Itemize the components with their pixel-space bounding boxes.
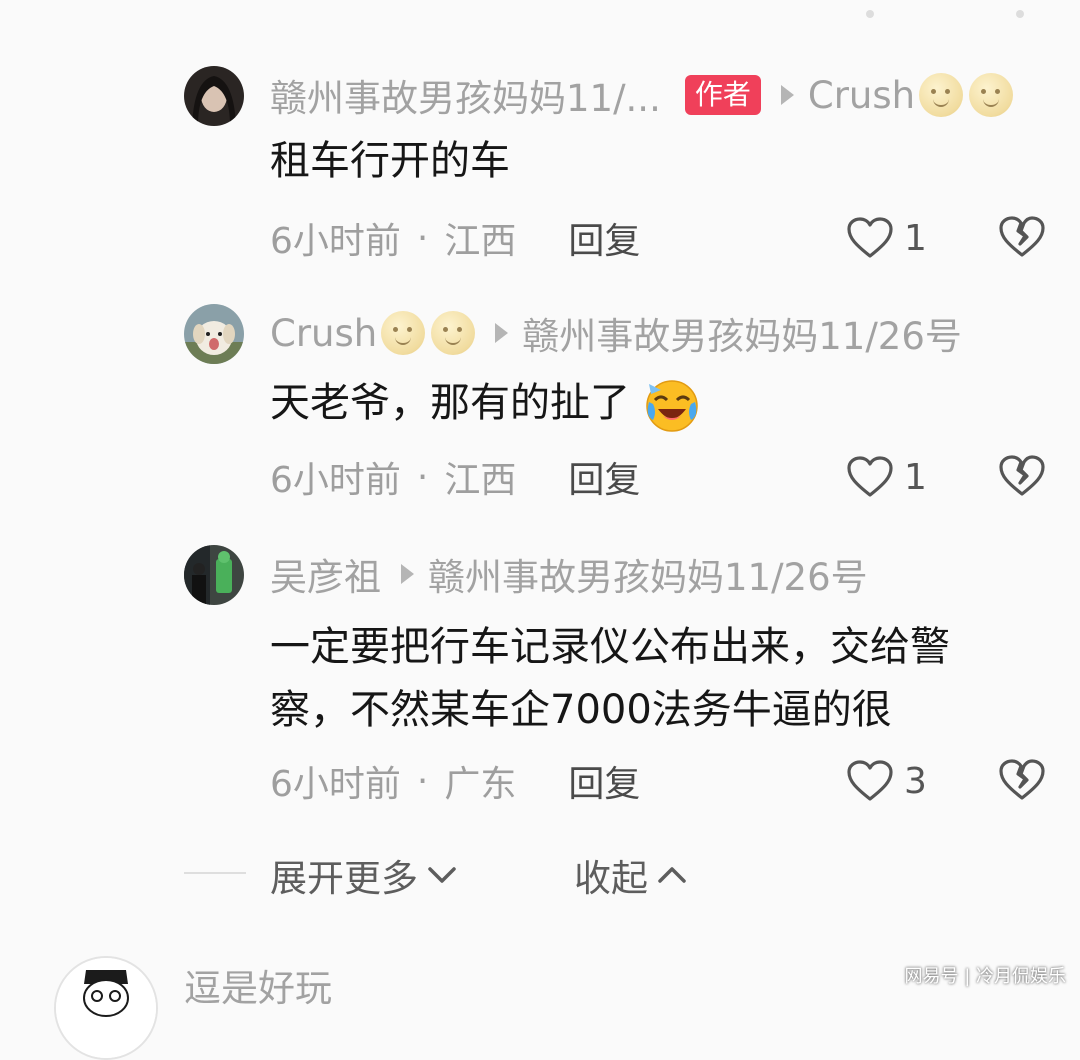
comment-text-body: 天老爷，那有的扯了: [270, 380, 630, 426]
smile-emoji-icon: [431, 311, 476, 355]
like-button[interactable]: 1: [846, 213, 927, 263]
reply-to-user[interactable]: 赣州事故男孩妈妈11/26号: [522, 306, 962, 360]
collapse-button[interactable]: 收起: [574, 850, 690, 900]
comment-header: 吴彦祖 赣州事故男孩妈妈11/26号: [270, 549, 868, 599]
comment-location: 江西: [444, 460, 517, 501]
comment-meta: 6小时前 · 江西 回复: [270, 213, 640, 263]
comment-location: 江西: [444, 221, 517, 262]
broken-heart-icon[interactable]: [998, 213, 1046, 261]
reply-to-user[interactable]: 赣州事故男孩妈妈11/26号: [428, 547, 868, 601]
comment-text: 租车行开的车: [270, 138, 510, 184]
like-count: 3: [904, 760, 927, 802]
comment-author[interactable]: 逗是好玩: [184, 958, 332, 1012]
comment-author[interactable]: Crush: [270, 312, 377, 355]
expand-more-label: 展开更多: [270, 857, 418, 900]
reply-button[interactable]: 回复: [568, 451, 640, 503]
comment-header: 赣州事故男孩妈妈11/... 作者 Crush: [270, 68, 1014, 122]
collapse-label: 收起: [574, 857, 648, 900]
comment-time: 6小时前: [270, 221, 401, 262]
reply-to-user[interactable]: Crush: [808, 74, 915, 117]
chevron-up-icon: [658, 867, 686, 883]
chevron-down-icon: [428, 867, 456, 883]
top-edge-mark: [866, 10, 874, 18]
like-button[interactable]: 1: [846, 452, 927, 502]
watermark: 网易号 | 冷月侃娱乐: [904, 966, 1066, 987]
heart-outline-icon: [847, 456, 893, 497]
meta-separator: ·: [416, 217, 429, 259]
triangle-right-icon: [780, 85, 794, 105]
meta-separator: ·: [416, 456, 429, 498]
crying-laughing-emoji-icon: [645, 380, 698, 432]
like-count: 1: [904, 217, 927, 259]
comment-meta: 6小时前 · 广东 回复: [270, 756, 640, 806]
broken-heart-icon[interactable]: [998, 756, 1046, 804]
avatar[interactable]: [184, 304, 244, 364]
comment-author[interactable]: 吴彦祖: [270, 547, 381, 601]
smile-emoji-icon: [919, 73, 964, 117]
smile-emoji-icon: [969, 73, 1014, 117]
reply-button[interactable]: 回复: [568, 212, 640, 264]
triangle-right-icon: [401, 564, 414, 584]
heart-outline-icon: [847, 760, 893, 801]
broken-heart-icon[interactable]: [998, 452, 1046, 500]
avatar[interactable]: [184, 66, 244, 126]
avatar[interactable]: [184, 545, 244, 605]
meta-separator: ·: [416, 760, 429, 802]
comment-time: 6小时前: [270, 460, 401, 501]
author-badge: 作者: [684, 75, 761, 115]
comment-meta: 6小时前 · 江西 回复: [270, 452, 640, 502]
thread-divider: [184, 872, 246, 874]
comment-author[interactable]: 赣州事故男孩妈妈11/...: [270, 68, 661, 122]
triangle-right-icon: [495, 323, 509, 343]
heart-outline-icon: [847, 217, 893, 258]
comment-header: Crush 赣州事故男孩妈妈11/26号: [270, 308, 962, 358]
like-button[interactable]: 3: [846, 756, 927, 806]
smile-emoji-icon: [381, 311, 426, 355]
comment-text-line: 察，不然某车企7000法务牛逼的很: [270, 687, 892, 733]
comment-location: 广东: [444, 764, 517, 805]
comment-text: 天老爷，那有的扯了: [270, 372, 701, 434]
reply-button[interactable]: 回复: [568, 755, 640, 807]
comment-time: 6小时前: [270, 764, 401, 805]
like-count: 1: [904, 456, 927, 498]
avatar[interactable]: [54, 956, 158, 1060]
top-edge-mark: [1016, 10, 1024, 18]
expand-more-button[interactable]: 展开更多: [270, 850, 460, 900]
comment-text-line: 一定要把行车记录仪公布出来，交给警: [270, 624, 950, 670]
